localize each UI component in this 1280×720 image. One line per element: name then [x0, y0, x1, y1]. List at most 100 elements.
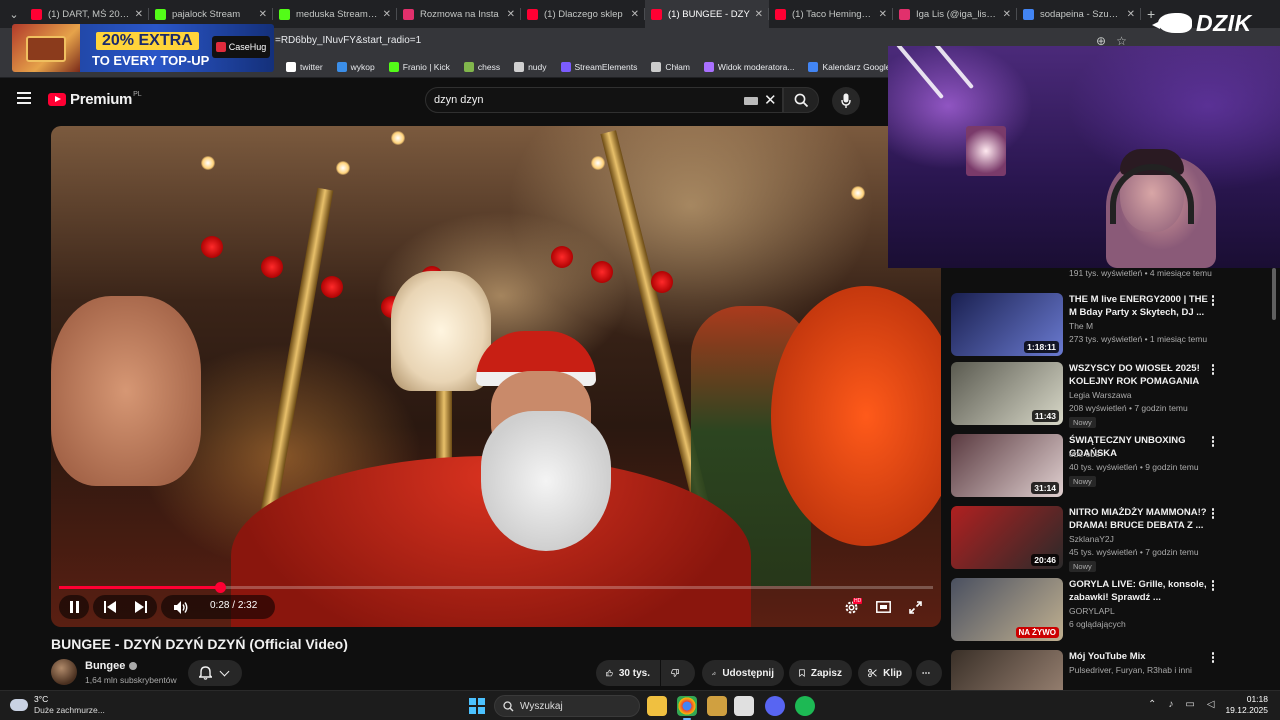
recommendation-title[interactable]: NITRO MIAŻDŻY MAMMONA!? DRAMA! BRUCE DEB… — [1069, 506, 1217, 532]
like-count: 30 tys. — [618, 667, 650, 679]
like-button[interactable]: 30 tys. — [596, 660, 660, 686]
spotify-icon[interactable] — [795, 696, 815, 716]
snipping-icon[interactable] — [734, 696, 754, 716]
bookmark-item[interactable]: StreamElements — [560, 61, 637, 72]
clip-button[interactable]: Klip — [858, 660, 912, 686]
recommendation-channel[interactable]: Legia Warszawa — [1069, 390, 1132, 400]
voice-search-button[interactable] — [832, 87, 860, 115]
recommendation-card[interactable]: 31:14 ŚWIĄTECZNY UNBOXING GDAŃSKA ebe ebe 4… — [951, 434, 1271, 498]
search-input[interactable] — [434, 92, 734, 108]
video-thumbnail[interactable]: 20:46 — [951, 506, 1063, 569]
more-vertical-icon[interactable] — [1211, 436, 1215, 448]
channel-avatar[interactable] — [51, 659, 77, 685]
bookmark-item[interactable]: Widok moderatora... — [703, 61, 794, 72]
youtube-logo[interactable]: Premium PL — [48, 91, 142, 108]
recommendation-title[interactable]: GORYLA LIVE: Grille, konsole, zabawki! S… — [1069, 578, 1217, 604]
browser-tab[interactable]: meduska Stream - W ✕ — [273, 0, 397, 28]
notification-bell-button[interactable] — [188, 660, 242, 686]
menu-icon[interactable] — [17, 92, 31, 104]
recommendation-title[interactable]: Mój YouTube Mix — [1069, 650, 1217, 663]
close-tab-icon[interactable]: ✕ — [631, 9, 639, 20]
close-tab-icon[interactable]: ✕ — [383, 9, 391, 20]
search-button[interactable] — [783, 87, 819, 113]
close-tab-icon[interactable]: ✕ — [259, 9, 267, 20]
close-tab-icon[interactable]: ✕ — [879, 9, 887, 20]
dzik-logo: DZIK — [1152, 8, 1252, 38]
more-vertical-icon[interactable] — [1211, 652, 1215, 664]
recommendation-card[interactable]: 20:46 NITRO MIAŻDŻY MAMMONA!? DRAMA! BRUC… — [951, 506, 1271, 572]
recommendation-title[interactable]: WSZYSCY DO WIOSEŁ 2025! KOLEJNY ROK POMA… — [1069, 362, 1217, 388]
url-text[interactable]: =RD6bby_INuvFY&start_radio=1 — [275, 35, 421, 46]
settings-button[interactable]: HD — [837, 595, 865, 619]
tray-overflow-icon[interactable]: ⌃ — [1148, 699, 1156, 710]
bookmark-label: wykop — [350, 61, 375, 72]
new-tab-button[interactable]: + — [1147, 6, 1155, 22]
browser-tab[interactable]: sodapeina - Szukaj w ✕ — [1017, 0, 1141, 28]
channel-name-row[interactable]: Bungee — [85, 660, 138, 672]
microphone-tray-icon[interactable]: ♪ — [1168, 699, 1173, 710]
browser-tab[interactable]: Rozmowa na Insta ✕ — [397, 0, 521, 28]
recommendation-channel[interactable]: SzklanaY2J — [1069, 534, 1114, 544]
next-button[interactable] — [127, 595, 155, 619]
channel-name[interactable]: Bungee — [85, 660, 125, 672]
app-icon[interactable] — [707, 696, 727, 716]
discord-icon[interactable] — [765, 696, 785, 716]
browser-tab[interactable]: (1) BUNGEE - DZY ✕ — [645, 0, 769, 28]
bookmark-item[interactable]: twitter — [286, 61, 323, 72]
sidebar-scrollbar[interactable] — [1272, 268, 1276, 320]
dislike-button[interactable] — [661, 660, 695, 686]
recommendation-channel[interactable]: The M — [1069, 321, 1093, 331]
close-tab-icon[interactable]: ✕ — [507, 9, 515, 20]
keyboard-icon[interactable] — [744, 97, 758, 105]
recommendation-channel[interactable]: Pulsedriver, Furyan, R3hab i inni — [1069, 665, 1192, 675]
video-thumbnail[interactable]: NA ŻYWO — [951, 578, 1063, 641]
video-thumbnail[interactable]: 31:14 — [951, 434, 1063, 497]
tab-search-button[interactable]: ⌄ — [3, 3, 25, 25]
recommendation-title[interactable]: THE M live ENERGY2000 | THE M Bday Party… — [1069, 293, 1217, 319]
clear-search-icon[interactable]: ✕ — [764, 91, 777, 109]
more-vertical-icon[interactable] — [1211, 364, 1215, 376]
more-vertical-icon[interactable] — [1211, 295, 1215, 307]
close-tab-icon[interactable]: ✕ — [1003, 9, 1011, 20]
recommendation-card[interactable]: 11:43 WSZYSCY DO WIOSEŁ 2025! KOLEJNY ROK… — [951, 362, 1271, 428]
clock[interactable]: 01:18 19.12.2025 — [1198, 694, 1268, 716]
recommendation-channel[interactable]: ebe ebe — [1069, 449, 1100, 459]
close-tab-icon[interactable]: ✕ — [1127, 9, 1135, 20]
share-button[interactable]: Udostępnij — [702, 660, 784, 686]
bookmark-item[interactable]: chess — [463, 61, 500, 72]
ad-banner[interactable]: 20% EXTRA TO EVERY TOP-UP CaseHug — [12, 24, 274, 72]
recommendation-channel[interactable]: GORYLAPL — [1069, 606, 1115, 616]
chrome-icon[interactable] — [677, 696, 697, 720]
browser-tab[interactable]: (1) Dlaczego sklep ✕ — [521, 0, 645, 28]
save-button[interactable]: Zapisz — [789, 660, 852, 686]
bookmark-item[interactable]: nudy — [514, 61, 547, 72]
file-explorer-icon[interactable] — [647, 696, 667, 716]
bookmark-item[interactable]: Franio | Kick — [388, 61, 450, 72]
weather-widget[interactable]: 3°C Duże zachmurze... — [10, 694, 105, 716]
network-icon[interactable]: ▭ — [1185, 699, 1194, 710]
recommendation-card[interactable]: 1:18:11 THE M live ENERGY2000 | THE M Bda… — [951, 293, 1271, 357]
progress-bar[interactable] — [59, 582, 933, 593]
close-tab-icon[interactable]: ✕ — [755, 9, 763, 20]
more-actions-button[interactable] — [916, 660, 942, 686]
more-vertical-icon[interactable] — [1211, 580, 1215, 592]
taskbar-search[interactable]: Wyszukaj — [494, 695, 640, 717]
volume-button[interactable] — [167, 595, 195, 619]
windows-start-icon[interactable] — [469, 698, 485, 714]
browser-tab[interactable]: (1) Taco Hemingway ✕ — [769, 0, 893, 28]
bookmark-item[interactable]: wykop — [336, 61, 375, 72]
pause-button[interactable] — [60, 595, 88, 619]
previous-button[interactable] — [96, 595, 124, 619]
video-thumbnail[interactable]: 11:43 — [951, 362, 1063, 425]
bookmark-item[interactable]: Chłam — [651, 61, 690, 72]
video-player[interactable]: 0:28 / 2:32 HD — [51, 126, 941, 627]
browser-tab[interactable]: Iga Lis (@iga_lis) • Zd ✕ — [893, 0, 1017, 28]
miniplayer-button[interactable] — [869, 595, 897, 619]
fullscreen-button[interactable] — [901, 595, 929, 619]
progress-knob[interactable] — [214, 582, 226, 593]
recommendation-card[interactable]: NA ŻYWO GORYLA LIVE: Grille, konsole, zab… — [951, 578, 1271, 642]
current-time: 0:28 — [210, 600, 230, 611]
close-tab-icon[interactable]: ✕ — [135, 9, 143, 20]
video-thumbnail[interactable]: 1:18:11 — [951, 293, 1063, 356]
more-vertical-icon[interactable] — [1211, 508, 1215, 520]
